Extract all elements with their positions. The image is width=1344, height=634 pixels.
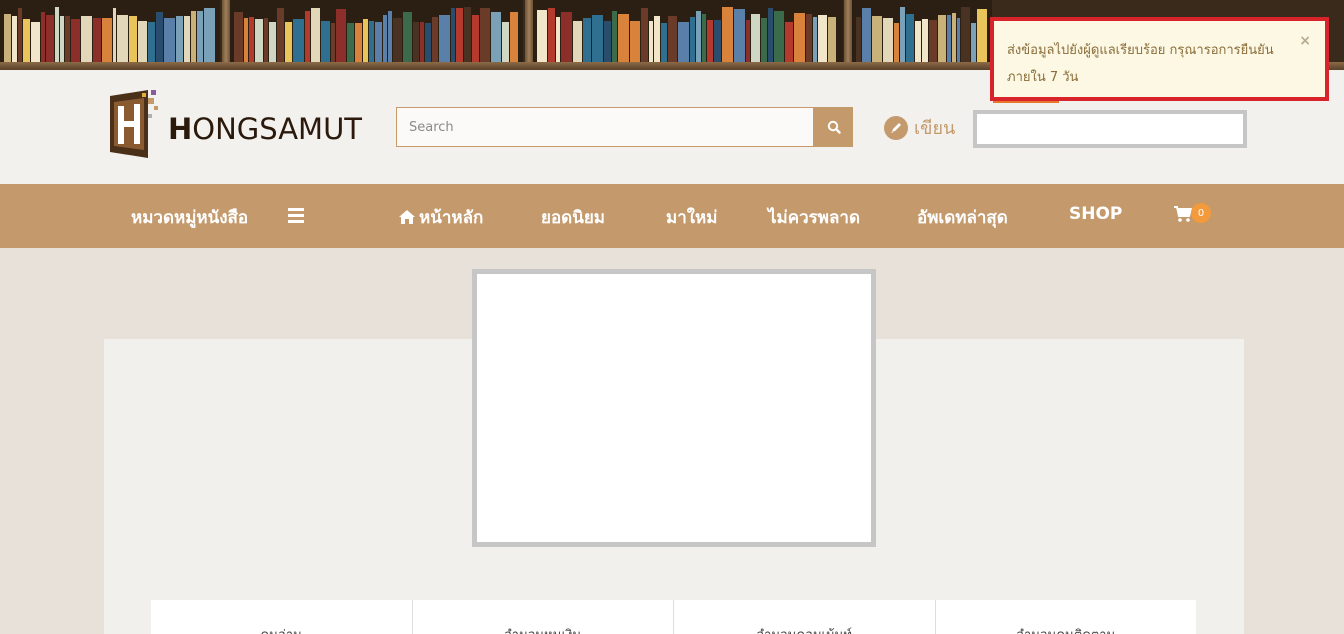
nav-popular-label: ยอดนิยม: [541, 208, 605, 228]
write-button[interactable]: เขียน: [884, 113, 955, 142]
stat-readers: คนอ่าน: [151, 600, 413, 634]
site-logo[interactable]: HONGSAMUT: [104, 88, 362, 164]
nav-home-label: หน้าหลัก: [419, 208, 484, 228]
search-input[interactable]: [396, 107, 814, 147]
nav-popular[interactable]: ยอดนิยม: [541, 204, 605, 231]
popup-box[interactable]: [472, 269, 876, 547]
toast-message: ส่งข้อมูลไปยังผู้ดูแลเรียบร้อย กรุณารอกา…: [1007, 43, 1274, 85]
nav-new-label: มาใหม่: [666, 208, 718, 228]
hamburger-menu-icon[interactable]: [288, 208, 304, 223]
stats-bar: คนอ่าน จำนวนหนเงิน จำนวนคอมเม้นท์ จำนวนค…: [151, 600, 1196, 634]
stat-comments: จำนวนคอมเม้นท์: [674, 600, 936, 634]
search-bar: [396, 107, 853, 147]
cart-button[interactable]: [1174, 206, 1193, 227]
logo-mark-icon: [104, 88, 162, 164]
nav-new[interactable]: มาใหม่: [666, 204, 717, 231]
nav-categories[interactable]: หมวดหมู่หนังสือ: [131, 204, 248, 231]
main-nav: หมวดหมู่หนังสือ หน้าหลัก ยอดนิยม มาใหม่ …: [0, 184, 1344, 248]
success-toast: ส่งข้อมูลไปยังผู้ดูแลเรียบร้อย กรุณารอกา…: [990, 17, 1329, 101]
cart-icon: [1174, 206, 1193, 222]
close-icon[interactable]: ×: [1299, 33, 1311, 49]
nav-latest-update[interactable]: อัพเดทล่าสุด: [917, 204, 1008, 231]
cart-count-badge: 0: [1191, 203, 1211, 223]
logo-text: HONGSAMUT: [168, 112, 363, 146]
nav-shop[interactable]: SHOP: [1069, 204, 1122, 224]
nav-dont-miss-label: ไม่ควรพลาด: [768, 208, 861, 228]
stat-coins: จำนวนหนเงิน: [413, 600, 674, 634]
nav-home[interactable]: หน้าหลัก: [399, 204, 483, 231]
nav-latest-update-label: อัพเดทล่าสุด: [917, 208, 1008, 228]
home-icon: [399, 210, 415, 224]
login-box[interactable]: [973, 110, 1247, 148]
nav-categories-label: หมวดหมู่หนังสือ: [131, 208, 249, 228]
search-button[interactable]: [814, 107, 853, 147]
pencil-icon: [884, 115, 908, 140]
search-icon: [827, 120, 841, 134]
nav-dont-miss[interactable]: ไม่ควรพลาด: [768, 204, 860, 231]
stat-followers: จำนวนคนติดตาม: [936, 600, 1197, 634]
nav-shop-label: SHOP: [1069, 204, 1123, 224]
write-label: เขียน: [914, 118, 956, 139]
